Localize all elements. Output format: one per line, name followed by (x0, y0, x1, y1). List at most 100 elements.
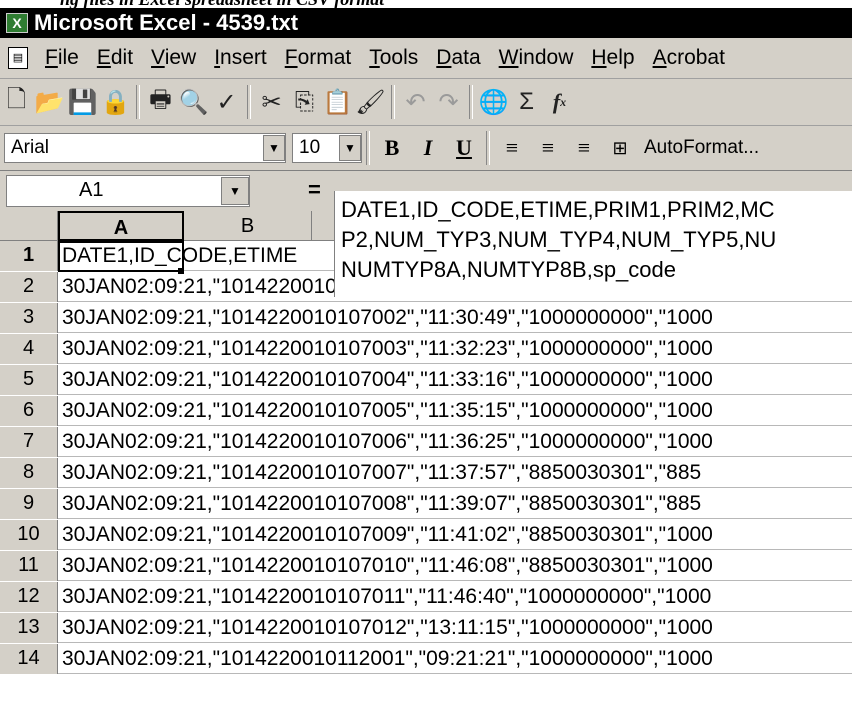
open-icon[interactable]: 📂 (33, 84, 66, 120)
cell-a6[interactable]: 30JAN02:09:21,"1014220010107005","11:35:… (62, 396, 713, 426)
toolbar-separator (247, 85, 251, 119)
menu-file[interactable]: File (36, 46, 88, 70)
undo-icon[interactable]: ↶ (399, 84, 432, 120)
autoformat-button[interactable]: AutoFormat... (644, 137, 759, 159)
hyperlink-icon[interactable]: 🌐 (477, 84, 510, 120)
table-row: 14 30JAN02:09:21,"1014220010112001","09:… (0, 644, 852, 674)
row-header[interactable]: 9 (0, 489, 58, 519)
chevron-down-icon[interactable]: ▼ (221, 177, 249, 205)
row-header[interactable]: 10 (0, 520, 58, 550)
font-name-value: Arial (11, 137, 50, 158)
cell-a13[interactable]: 30JAN02:09:21,"1014220010107012","13:11:… (62, 613, 713, 643)
toolbar-separator (366, 131, 370, 165)
cell-a10[interactable]: 30JAN02:09:21,"1014220010107009","11:41:… (62, 520, 713, 550)
cell-a11[interactable]: 30JAN02:09:21,"1014220010107010","11:46:… (62, 551, 713, 581)
menu-format[interactable]: Format (276, 46, 361, 70)
row-header[interactable]: 2 (0, 272, 58, 302)
excel-app-icon[interactable]: X (6, 13, 28, 33)
table-row: 12 30JAN02:09:21,"1014220010107011","11:… (0, 582, 852, 612)
row-header[interactable]: 14 (0, 644, 58, 674)
menu-edit[interactable]: Edit (88, 46, 142, 70)
table-row: 13 30JAN02:09:21,"1014220010107012","13:… (0, 613, 852, 643)
menu-data[interactable]: Data (427, 46, 489, 70)
row-header[interactable]: 5 (0, 365, 58, 395)
caption-text: ng files in Excel spreadsheet in CSV for… (60, 0, 384, 8)
menu-tools[interactable]: Tools (360, 46, 427, 70)
cell-a3[interactable]: 30JAN02:09:21,"1014220010107002","11:30:… (62, 303, 713, 333)
menu-view[interactable]: View (142, 46, 205, 70)
table-row: 3 30JAN02:09:21,"1014220010107002","11:3… (0, 303, 852, 333)
cell-a5[interactable]: 30JAN02:09:21,"1014220010107004","11:33:… (62, 365, 713, 395)
bold-button[interactable]: B (374, 131, 410, 165)
title-bar: X Microsoft Excel - 4539.txt (0, 8, 852, 38)
edit-formula-button[interactable]: = (308, 177, 321, 203)
chevron-down-icon[interactable]: ▼ (339, 135, 361, 161)
row-header[interactable]: 3 (0, 303, 58, 333)
cell-a12[interactable]: 30JAN02:09:21,"1014220010107011","11:46:… (62, 582, 711, 612)
save-icon[interactable]: 💾 (66, 84, 99, 120)
row-header[interactable]: 8 (0, 458, 58, 488)
document-icon[interactable]: ▤ (8, 47, 28, 69)
table-row: 4 30JAN02:09:21,"1014220010107003","11:3… (0, 334, 852, 364)
chevron-down-icon[interactable]: ▼ (263, 135, 285, 161)
cell-a7[interactable]: 30JAN02:09:21,"1014220010107006","11:36:… (62, 427, 713, 457)
cut-icon[interactable]: ✂ (255, 84, 288, 120)
cell-a14[interactable]: 30JAN02:09:21,"1014220010112001","09:21:… (62, 644, 713, 674)
formula-line: P2,NUM_TYP3,NUM_TYP4,NUM_TYP5,NU (341, 227, 777, 252)
select-all-corner[interactable] (0, 211, 58, 241)
new-icon[interactable]: 🗋 (0, 84, 33, 120)
menu-acrobat[interactable]: Acrobat (644, 46, 734, 70)
menu-insert[interactable]: Insert (205, 46, 276, 70)
font-size-value: 10 (299, 137, 321, 158)
format-painter-icon[interactable]: 🖌 (354, 84, 387, 120)
spelling-icon[interactable]: ✓ (210, 84, 243, 120)
print-preview-icon[interactable]: 🔍 (177, 84, 210, 120)
align-center-icon[interactable]: ≡ (530, 131, 566, 165)
row-header[interactable]: 7 (0, 427, 58, 457)
row-header[interactable]: 13 (0, 613, 58, 643)
cell-a4[interactable]: 30JAN02:09:21,"1014220010107003","11:32:… (62, 334, 713, 364)
italic-button[interactable]: I (410, 131, 446, 165)
formula-line: DATE1,ID_CODE,ETIME,PRIM1,PRIM2,MC (341, 197, 775, 222)
redo-icon[interactable]: ↷ (432, 84, 465, 120)
row-header[interactable]: 6 (0, 396, 58, 426)
formula-content[interactable]: DATE1,ID_CODE,ETIME,PRIM1,PRIM2,MC P2,NU… (334, 191, 852, 297)
font-size-combo[interactable]: 10 ▼ (292, 133, 362, 163)
row-header[interactable]: 12 (0, 582, 58, 612)
table-row: 5 30JAN02:09:21,"1014220010107004","11:3… (0, 365, 852, 395)
menu-window[interactable]: Window (490, 46, 583, 70)
menu-help[interactable]: Help (582, 46, 643, 70)
cell-a1[interactable]: DATE1,ID_CODE,ETIME (62, 241, 297, 271)
table-row: 10 30JAN02:09:21,"1014220010107009","11:… (0, 520, 852, 550)
underline-button[interactable]: U (446, 131, 482, 165)
page-caption: ng files in Excel spreadsheet in CSV for… (0, 0, 852, 8)
toolbar-separator (469, 85, 473, 119)
cell-a9[interactable]: 30JAN02:09:21,"1014220010107008","11:39:… (62, 489, 701, 519)
permission-icon[interactable]: 🔒 (99, 84, 132, 120)
table-row: 8 30JAN02:09:21,"1014220010107007","11:3… (0, 458, 852, 488)
row-header[interactable]: 4 (0, 334, 58, 364)
formatting-toolbar: Arial ▼ 10 ▼ B I U ≡ ≡ ≡ ⊞ AutoFormat... (0, 126, 852, 171)
formula-line: NUMTYP8A,NUMTYP8B,sp_code (341, 257, 676, 282)
cell-a8[interactable]: 30JAN02:09:21,"1014220010107007","11:37:… (62, 458, 701, 488)
autosum-icon[interactable]: Σ (510, 84, 543, 120)
paste-icon[interactable]: 📋 (321, 84, 354, 120)
font-name-combo[interactable]: Arial ▼ (4, 133, 286, 163)
fill-handle[interactable] (178, 268, 184, 274)
table-row: 7 30JAN02:09:21,"1014220010107006","11:3… (0, 427, 852, 457)
row-header[interactable]: 11 (0, 551, 58, 581)
column-header-b[interactable]: B (184, 211, 312, 241)
row-header[interactable]: 1 (0, 241, 58, 271)
name-box[interactable]: A1 ▼ (6, 175, 250, 207)
menu-bar: ▤ File Edit View Insert Format Tools Dat… (0, 38, 852, 79)
print-icon[interactable]: 🖶 (144, 84, 177, 120)
copy-icon[interactable]: ⎘ (288, 84, 321, 120)
merge-center-icon[interactable]: ⊞ (602, 131, 638, 165)
column-header-a[interactable]: A (58, 211, 184, 241)
table-row: 9 30JAN02:09:21,"1014220010107008","11:3… (0, 489, 852, 519)
table-row: 11 30JAN02:09:21,"1014220010107010","11:… (0, 551, 852, 581)
name-box-value: A1 (79, 179, 104, 201)
function-icon[interactable]: fx (543, 84, 576, 120)
align-right-icon[interactable]: ≡ (566, 131, 602, 165)
align-left-icon[interactable]: ≡ (494, 131, 530, 165)
